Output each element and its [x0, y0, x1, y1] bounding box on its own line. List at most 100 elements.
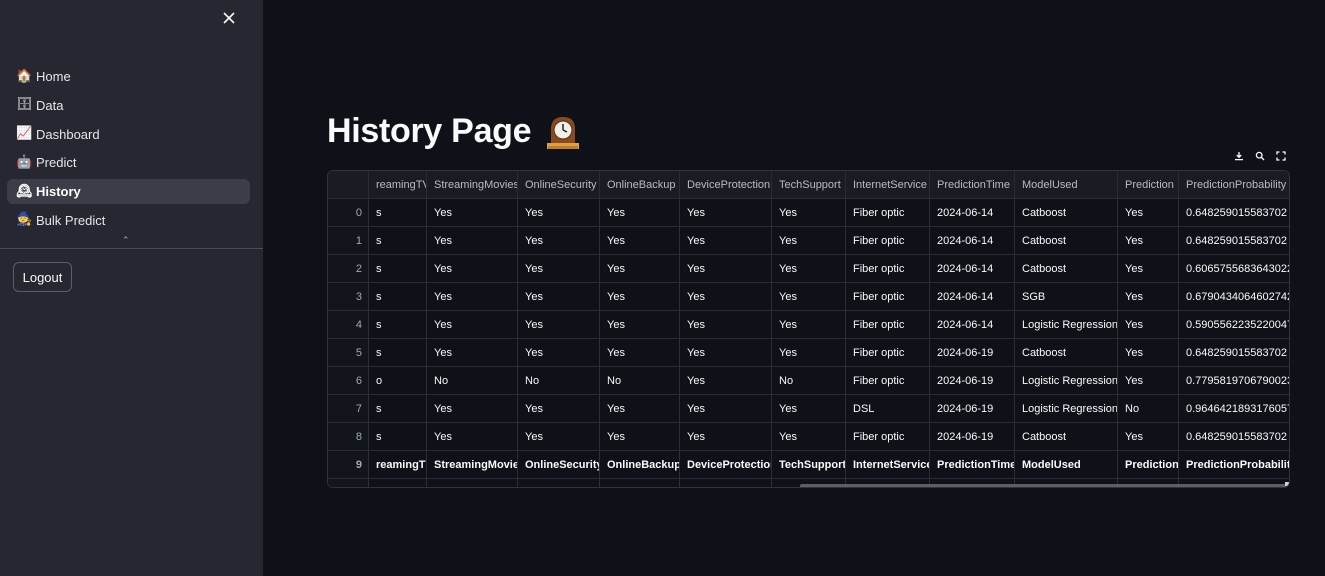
table-cell[interactable]: Yes: [600, 199, 680, 227]
collapse-nav-icon[interactable]: ⌃: [122, 235, 130, 246]
table-cell[interactable]: Logistic Regression: [1015, 395, 1118, 423]
column-header[interactable]: StreamingMovies: [427, 171, 518, 199]
table-cell[interactable]: Yes: [680, 283, 772, 311]
table-cell[interactable]: Yes: [600, 339, 680, 367]
table-cell[interactable]: 2024-06-19: [930, 423, 1015, 451]
table-cell[interactable]: Yes: [1118, 227, 1179, 255]
table-cell[interactable]: DSL: [846, 395, 930, 423]
table-cell[interactable]: [369, 479, 427, 487]
table-cell[interactable]: SGB: [1015, 283, 1118, 311]
table-cell[interactable]: 2024-06-19: [930, 339, 1015, 367]
table-cell[interactable]: Yes: [680, 199, 772, 227]
column-header[interactable]: DeviceProtection: [680, 171, 772, 199]
table-cell[interactable]: 2024-06-14: [930, 199, 1015, 227]
row-index[interactable]: 2: [328, 255, 369, 283]
table-cell[interactable]: DeviceProtection: [680, 451, 772, 479]
table-cell[interactable]: 0.648259015583702: [1179, 339, 1289, 367]
horizontal-scrollbar[interactable]: [800, 484, 1288, 487]
row-index[interactable]: 3: [328, 283, 369, 311]
table-cell[interactable]: 0.648259015583702: [1179, 199, 1289, 227]
table-cell[interactable]: Catboost: [1015, 423, 1118, 451]
row-index[interactable]: 6: [328, 367, 369, 395]
table-cell[interactable]: s: [369, 395, 427, 423]
table-cell[interactable]: Fiber optic: [846, 311, 930, 339]
table-cell[interactable]: [427, 479, 518, 487]
table-cell[interactable]: 2024-06-14: [930, 283, 1015, 311]
table-cell[interactable]: Yes: [772, 227, 846, 255]
table-cell[interactable]: Yes: [427, 283, 518, 311]
table-cell[interactable]: Yes: [1118, 339, 1179, 367]
table-cell[interactable]: Yes: [518, 395, 600, 423]
table-cell[interactable]: Yes: [518, 423, 600, 451]
vertical-scrollbar[interactable]: [1289, 173, 1290, 381]
table-cell[interactable]: Catboost: [1015, 227, 1118, 255]
table-cell[interactable]: Yes: [1118, 367, 1179, 395]
sidebar-item-history[interactable]: 🕰 History: [7, 179, 250, 205]
column-header[interactable]: [328, 171, 369, 199]
row-index[interactable]: 0: [328, 199, 369, 227]
table-cell[interactable]: s: [369, 423, 427, 451]
table-cell[interactable]: Logistic Regression: [1015, 367, 1118, 395]
table-cell[interactable]: Catboost: [1015, 199, 1118, 227]
sidebar-item-home[interactable]: 🏠 Home: [7, 64, 250, 89]
column-header[interactable]: Prediction: [1118, 171, 1179, 199]
table-cell[interactable]: 0.9646421893176057: [1179, 395, 1289, 423]
table-cell[interactable]: No: [600, 367, 680, 395]
table-cell[interactable]: Logistic Regression: [1015, 311, 1118, 339]
sidebar-item-dashboard[interactable]: 📈 Dashboard: [7, 122, 250, 147]
column-header[interactable]: ModelUsed: [1015, 171, 1118, 199]
table-cell[interactable]: Fiber optic: [846, 423, 930, 451]
table-cell[interactable]: Fiber optic: [846, 367, 930, 395]
row-index[interactable]: 7: [328, 395, 369, 423]
table-cell[interactable]: Yes: [680, 367, 772, 395]
table-cell[interactable]: No: [772, 367, 846, 395]
table-cell[interactable]: o: [369, 367, 427, 395]
table-cell[interactable]: s: [369, 283, 427, 311]
table-cell[interactable]: s: [369, 255, 427, 283]
table-cell[interactable]: 2024-06-14: [930, 255, 1015, 283]
sidebar-item-predict[interactable]: 🤖 Predict: [7, 150, 250, 175]
history-dataframe[interactable]: 9reamingTVStreamingMoviesOnlineSecurityO…: [327, 170, 1290, 488]
table-cell[interactable]: Catboost: [1015, 339, 1118, 367]
table-cell[interactable]: 0.7795819706790023: [1179, 367, 1289, 395]
table-cell[interactable]: s: [369, 339, 427, 367]
table-cell[interactable]: Yes: [1118, 283, 1179, 311]
table-cell[interactable]: s: [369, 227, 427, 255]
row-index[interactable]: 1: [328, 227, 369, 255]
table-cell[interactable]: Yes: [427, 255, 518, 283]
resize-handle-icon[interactable]: [1285, 482, 1289, 486]
table-cell[interactable]: Yes: [1118, 423, 1179, 451]
table-cell[interactable]: Yes: [680, 339, 772, 367]
row-index[interactable]: 8: [328, 423, 369, 451]
column-header[interactable]: OnlineSecurity: [518, 171, 600, 199]
table-cell[interactable]: Yes: [1118, 199, 1179, 227]
table-cell[interactable]: Yes: [600, 227, 680, 255]
table-cell[interactable]: Yes: [427, 395, 518, 423]
row-index[interactable]: 9: [328, 451, 369, 479]
table-cell[interactable]: Yes: [680, 255, 772, 283]
table-cell[interactable]: No: [1118, 395, 1179, 423]
table-cell[interactable]: No: [518, 367, 600, 395]
row-index[interactable]: 5: [328, 339, 369, 367]
table-cell[interactable]: 2024-06-14: [930, 311, 1015, 339]
table-cell[interactable]: ModelUsed: [1015, 451, 1118, 479]
table-cell[interactable]: Yes: [772, 255, 846, 283]
table-cell[interactable]: OnlineSecurity: [518, 451, 600, 479]
table-cell[interactable]: Fiber optic: [846, 339, 930, 367]
table-cell[interactable]: Fiber optic: [846, 199, 930, 227]
table-cell[interactable]: 2024-06-14: [930, 227, 1015, 255]
table-cell[interactable]: InternetService: [846, 451, 930, 479]
table-cell[interactable]: 0.6065755683643022: [1179, 255, 1289, 283]
fullscreen-button[interactable]: [1272, 148, 1289, 164]
table-cell[interactable]: s: [369, 311, 427, 339]
table-cell[interactable]: [518, 479, 600, 487]
table-cell[interactable]: Yes: [680, 395, 772, 423]
table-cell[interactable]: Yes: [772, 283, 846, 311]
table-cell[interactable]: Yes: [600, 395, 680, 423]
table-cell[interactable]: PredictionProbability: [1179, 451, 1289, 479]
table-cell[interactable]: Yes: [680, 311, 772, 339]
table-cell[interactable]: s: [369, 199, 427, 227]
sidebar-item-data[interactable]: 🗄 Data: [7, 93, 250, 118]
row-index[interactable]: 4: [328, 311, 369, 339]
table-cell[interactable]: Fiber optic: [846, 227, 930, 255]
